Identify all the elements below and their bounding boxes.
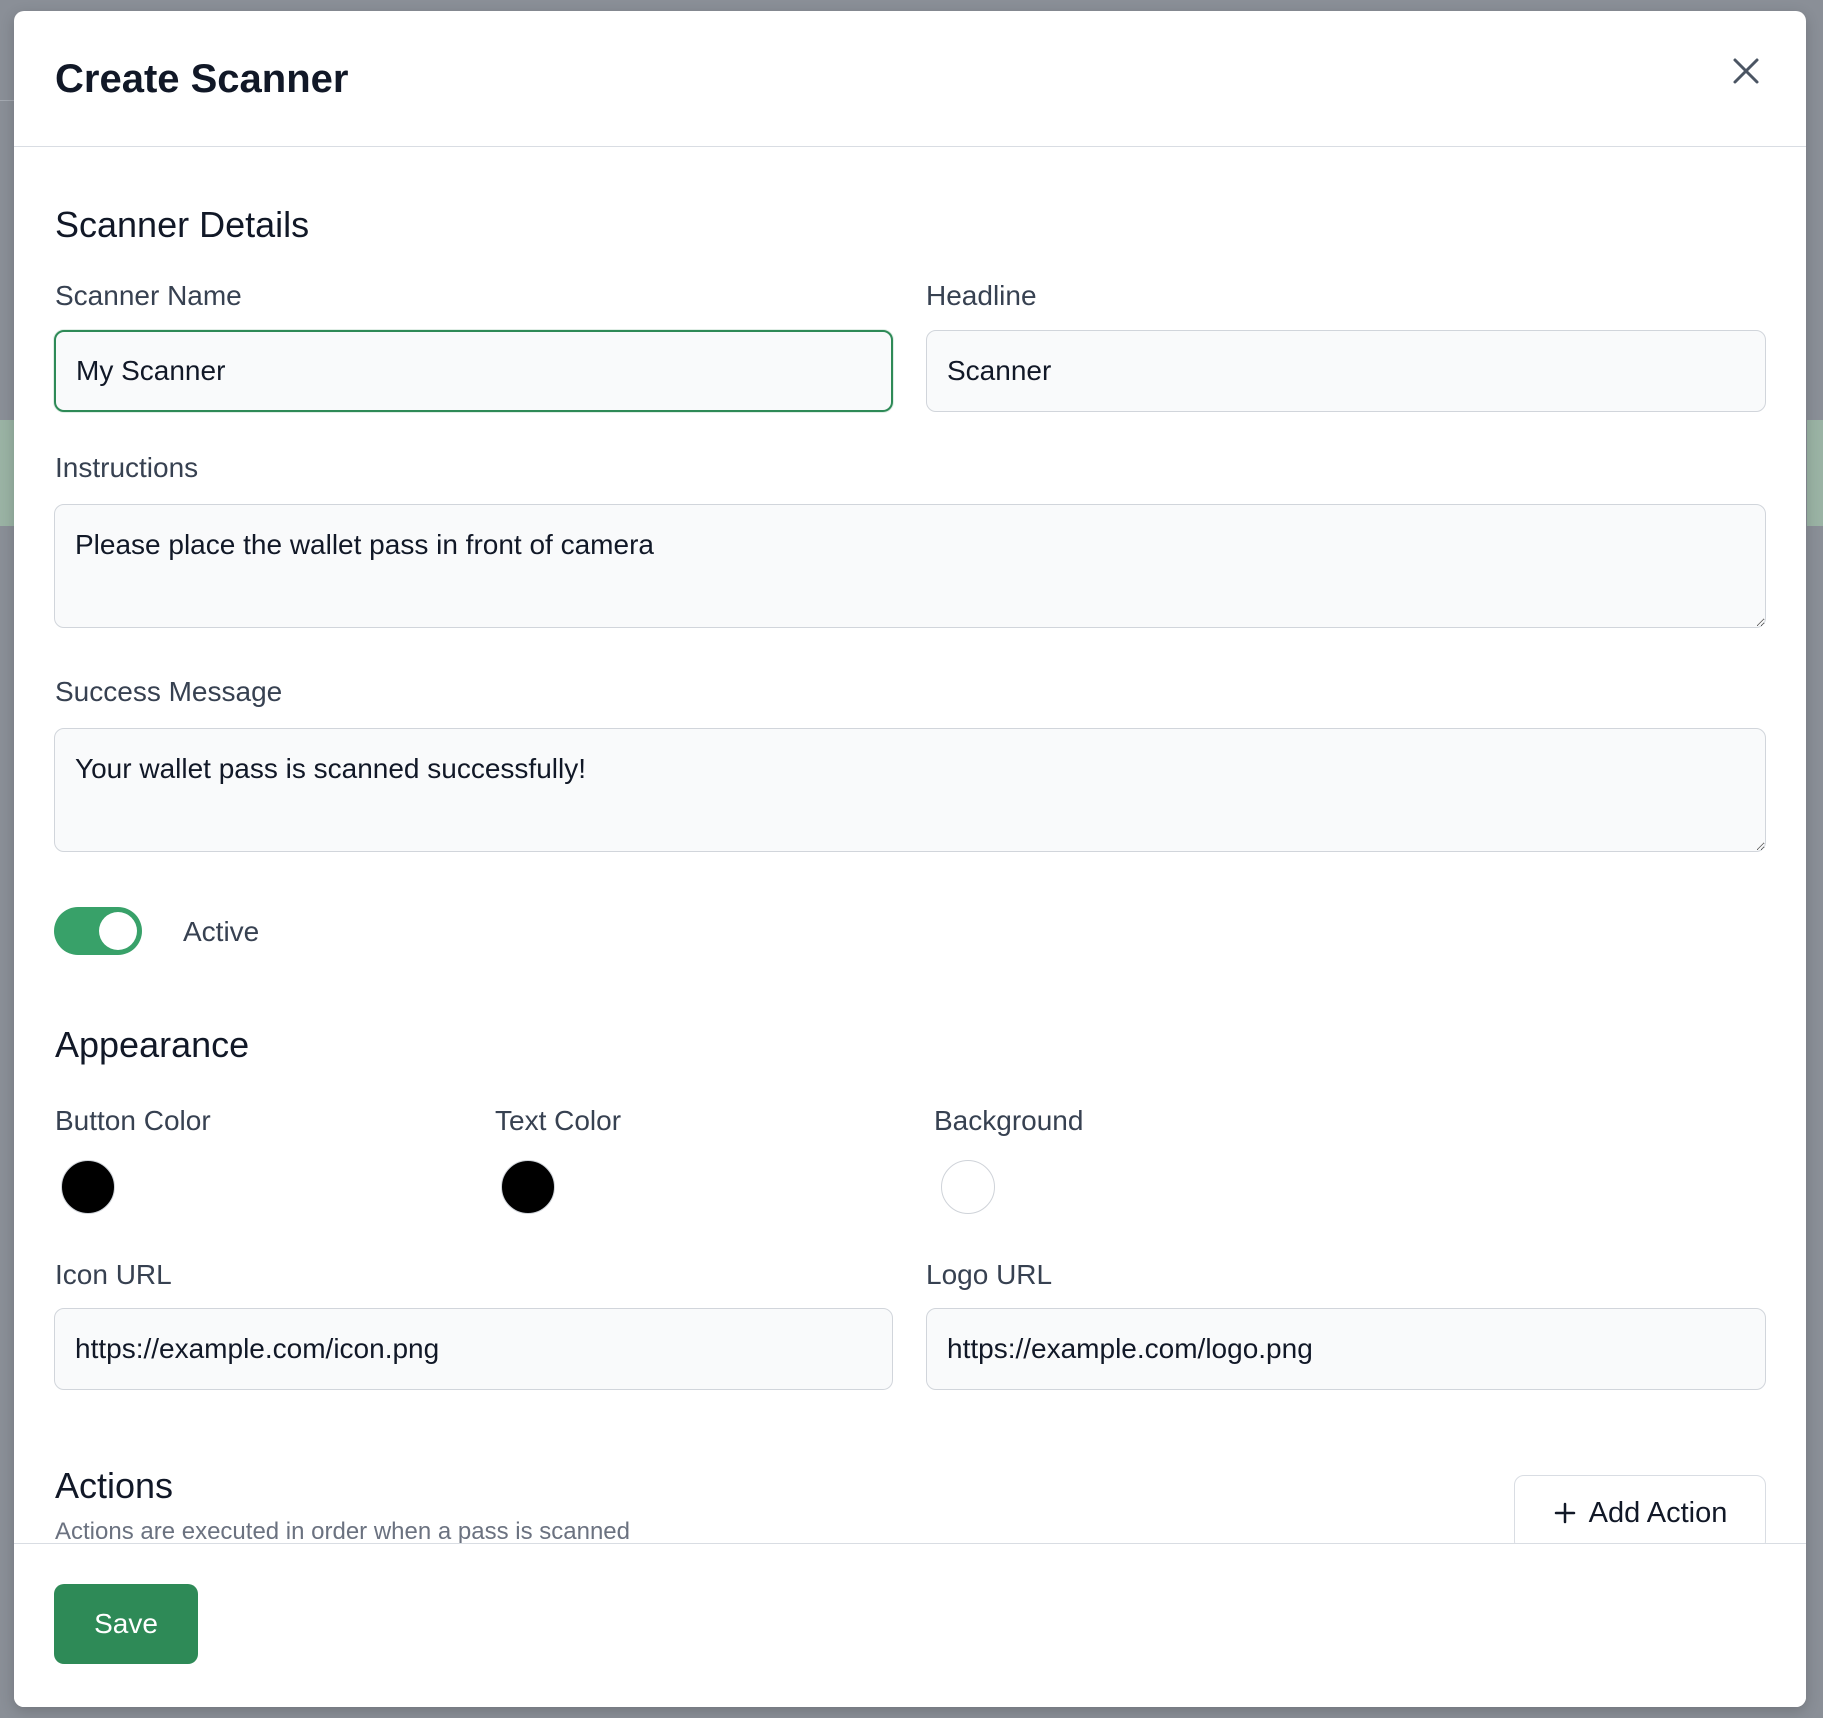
- background-panel: [0, 420, 14, 526]
- active-label: Active: [183, 916, 260, 947]
- active-toggle[interactable]: [54, 907, 142, 955]
- modal-footer: Save: [14, 1543, 1806, 1707]
- modal-body[interactable]: Scanner Details Scanner Name Headline In…: [14, 148, 1806, 1543]
- headline-input[interactable]: [926, 330, 1766, 412]
- scanner-name-input[interactable]: [54, 330, 893, 412]
- text-color-swatch[interactable]: [501, 1160, 555, 1214]
- logo-url-label: Logo URL: [926, 1259, 1053, 1290]
- plus-icon: [1554, 1502, 1575, 1524]
- instructions-label: Instructions: [55, 452, 199, 483]
- create-scanner-modal: Create Scanner Scanner Details Scanner N…: [14, 11, 1806, 1707]
- appearance-title: Appearance: [55, 1024, 250, 1065]
- background-color-swatch[interactable]: [941, 1160, 995, 1214]
- close-button[interactable]: [1724, 49, 1768, 93]
- save-button[interactable]: Save: [54, 1584, 198, 1664]
- instructions-textarea[interactable]: Please place the wallet pass in front of…: [54, 504, 1766, 628]
- actions-title: Actions: [55, 1465, 174, 1506]
- add-action-label: Add Action: [1588, 1496, 1728, 1529]
- background-label: Background: [934, 1105, 1084, 1136]
- scanner-name-label: Scanner Name: [55, 280, 242, 311]
- close-icon: [1733, 58, 1759, 84]
- modal-header: Create Scanner: [14, 11, 1806, 147]
- success-message-textarea[interactable]: Your wallet pass is scanned successfully…: [54, 728, 1766, 852]
- button-color-label: Button Color: [55, 1105, 211, 1136]
- button-color-swatch[interactable]: [61, 1160, 115, 1214]
- scanner-details-title: Scanner Details: [55, 204, 310, 245]
- actions-subtitle: Actions are executed in order when a pas…: [55, 1518, 631, 1543]
- background-panel-right: [1807, 420, 1823, 526]
- icon-url-label: Icon URL: [55, 1259, 172, 1290]
- text-color-label: Text Color: [495, 1105, 622, 1136]
- modal-title: Create Scanner: [55, 57, 349, 101]
- logo-url-input[interactable]: [926, 1308, 1766, 1390]
- background-divider: [0, 100, 14, 101]
- headline-label: Headline: [926, 280, 1037, 311]
- success-message-label: Success Message: [55, 676, 283, 707]
- add-action-button[interactable]: Add Action: [1514, 1475, 1766, 1543]
- icon-url-input[interactable]: [54, 1308, 893, 1390]
- toggle-knob: [99, 912, 137, 950]
